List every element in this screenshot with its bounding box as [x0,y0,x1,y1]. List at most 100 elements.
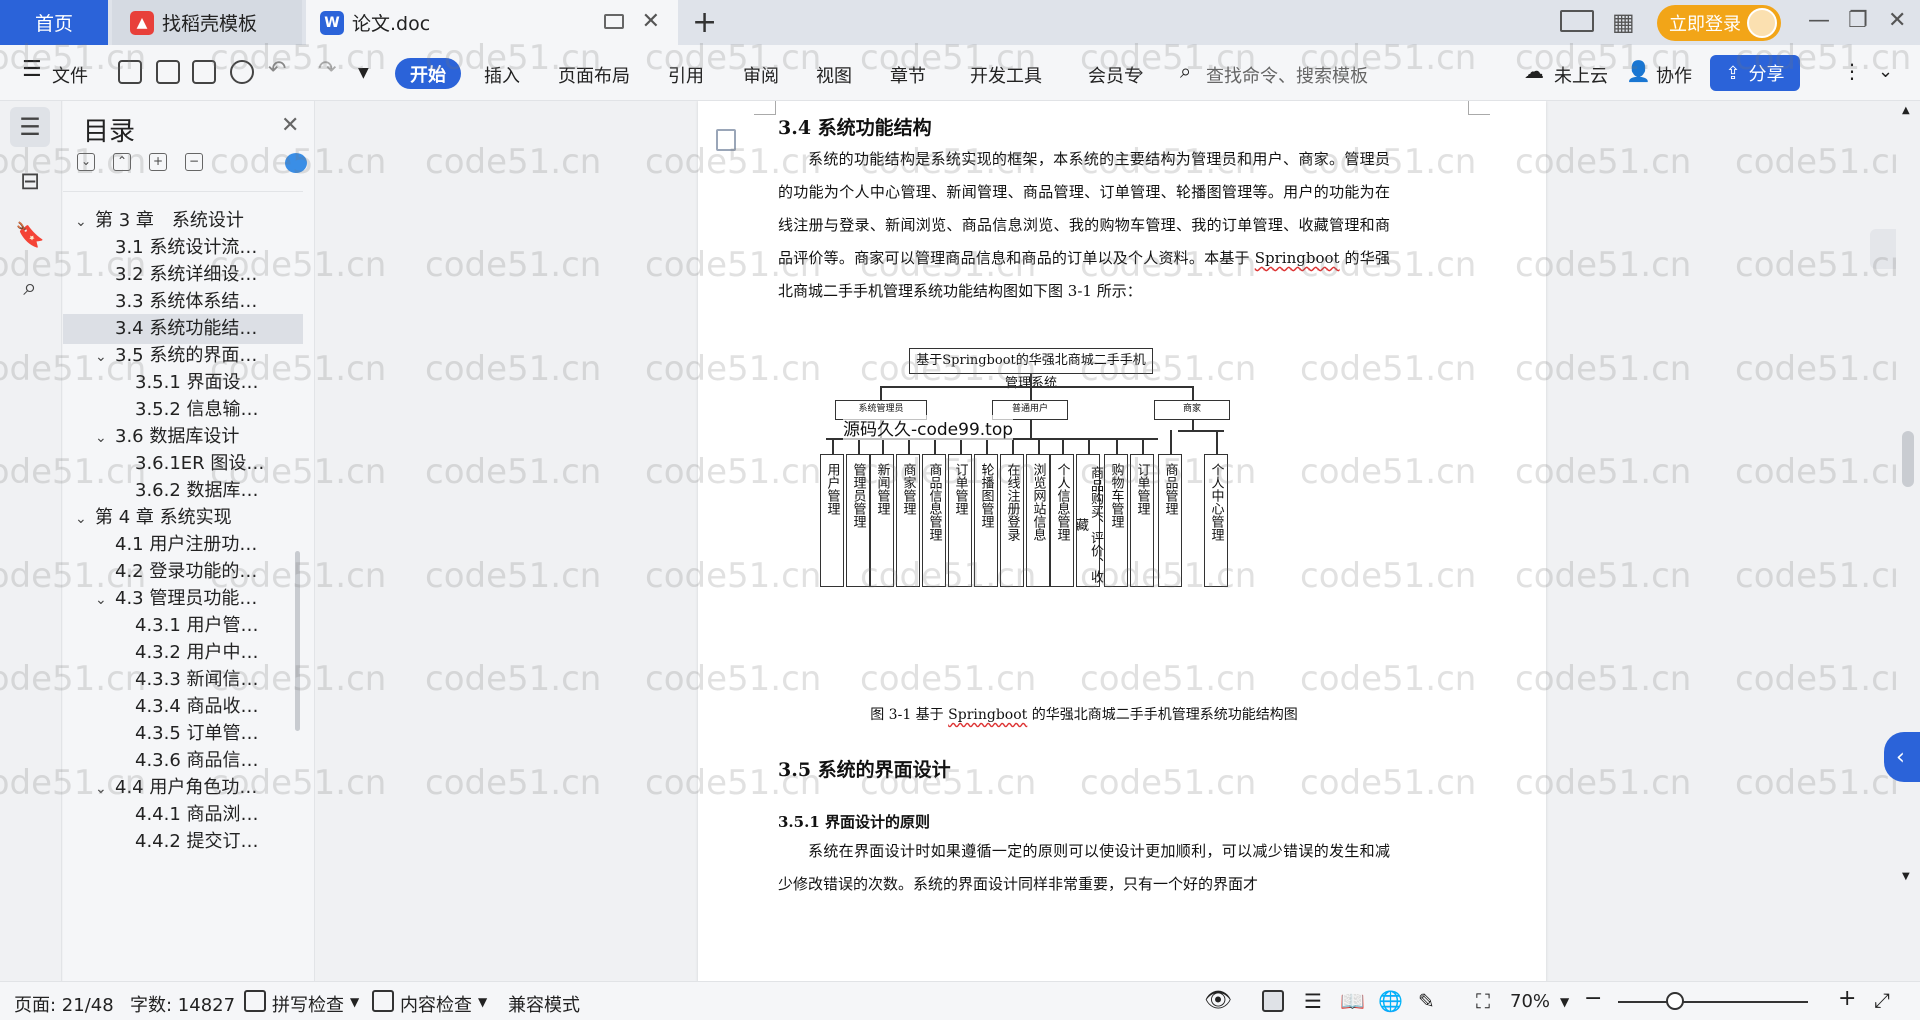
toc-item[interactable]: 4.2 登录功能的… [63,557,303,587]
chevron-down-icon[interactable]: ⌄ [95,342,115,371]
word-count[interactable]: 字数: 14827 [130,991,235,1017]
print-icon[interactable] [192,60,216,84]
save-icon[interactable] [118,60,142,84]
toc-item[interactable]: 4.4.2 提交订… [63,827,303,857]
toc-item[interactable]: 4.3.1 用户管… [63,611,303,641]
navigation-icon[interactable]: ⊟ [10,161,50,201]
add-heading-icon[interactable]: + [149,153,167,171]
command-search-input[interactable]: 查找命令、搜索模板 [1206,62,1368,88]
toc-item[interactable]: 3.1 系统设计流… [63,233,303,263]
page-view-icon[interactable] [1262,990,1284,1012]
eye-protect-icon[interactable]: 👁 [1204,988,1232,1013]
find-icon[interactable]: ⌕ [10,267,50,307]
bookmark-icon[interactable]: 🔖 [10,215,50,255]
expand-icon[interactable]: ⌄ [77,153,95,171]
spellcheck-word[interactable]: Springboot [1255,249,1340,267]
content-check-dropdown-icon[interactable]: ▼ [478,995,487,1009]
tab-review[interactable]: 审阅 [743,62,779,88]
undo-icon[interactable]: ↶ [268,57,286,82]
content-check-button[interactable]: 内容检查 [400,991,472,1017]
tab-member[interactable]: 会员专 [1088,62,1142,88]
restore-icon[interactable]: ❐ [1848,8,1868,33]
scroll-up-icon[interactable]: ▲ [1902,105,1910,116]
toc-item[interactable]: 4.4.1 商品浏… [63,800,303,830]
toc-scrollbar[interactable] [295,551,300,731]
more-icon[interactable]: ⋮ [1842,59,1862,83]
toc-item[interactable]: ⌄ 4.4 用户角色功… [63,773,303,803]
new-tab-button[interactable]: + [692,5,717,40]
tab-reference[interactable]: 引用 [668,62,704,88]
tab-layout[interactable]: 页面布局 [558,62,630,88]
scroll-down-icon[interactable]: ▼ [1902,871,1910,882]
chevron-down-icon[interactable]: ⌄ [75,504,95,533]
toc-item[interactable]: ⌄ 4.3 管理员功能… [63,584,303,614]
toc-item[interactable]: 3.2 系统详细设… [63,260,303,290]
toc-item[interactable]: ⌄ 3.6 数据库设计 [63,422,303,452]
tab-view[interactable]: 视图 [816,62,852,88]
remove-heading-icon[interactable]: − [185,153,203,171]
chevron-down-icon[interactable]: ⌄ [95,423,115,452]
chevron-down-icon[interactable]: ⌄ [95,774,115,803]
layout-icon[interactable] [1560,10,1594,32]
collab-button[interactable]: 协作 [1656,62,1692,88]
toc-item[interactable]: ⌄ 3.5 系统的界面… [63,341,303,371]
spellcheck-word[interactable]: Springboot [948,707,1027,723]
collapse-ribbon-icon[interactable]: ⌄ [1878,61,1893,82]
expand-side-panel-button[interactable]: ‹ [1884,732,1920,782]
tab-devtools[interactable]: 开发工具 [970,62,1042,88]
zoom-out-icon[interactable]: − [1584,986,1602,1011]
close-window-icon[interactable]: ✕ [1888,8,1906,33]
tab-document[interactable]: W 论文.doc ✕ [306,0,678,45]
export-icon[interactable] [156,60,180,84]
read-view-icon[interactable]: 📖 [1340,989,1365,1013]
toc-item[interactable]: 3.3 系统体系结… [63,287,303,317]
toc-item[interactable]: 3.4 系统功能结… [63,314,303,344]
minimize-icon[interactable]: — [1808,8,1830,33]
zoom-dropdown-icon[interactable]: ▼ [1560,995,1569,1009]
paragraph-menu-icon[interactable] [716,129,736,151]
login-button[interactable]: 立即登录 [1657,5,1781,41]
toc-item[interactable]: 4.3.2 用户中… [63,638,303,668]
chevron-down-icon[interactable]: ⌄ [75,207,95,236]
tab-start[interactable]: 开始 [395,58,461,89]
toc-item[interactable]: ⌄ 第 3 章 系统设计 [63,206,303,236]
fit-page-icon[interactable]: ⛶ [1476,989,1490,1013]
toc-item[interactable]: 4.3.6 商品信… [63,746,303,776]
zoom-slider-track[interactable] [1618,1001,1808,1003]
preview-icon[interactable] [230,60,254,84]
tab-insert[interactable]: 插入 [484,62,520,88]
close-panel-icon[interactable]: ✕ [281,113,299,138]
toc-panel-icon[interactable]: ☰ [10,107,50,147]
toc-item[interactable]: 4.3.5 订单管… [63,719,303,749]
cloud-status[interactable]: 未上云 [1554,62,1608,88]
outline-view-icon[interactable]: ☰ [1304,989,1322,1013]
toc-item[interactable]: 3.6.2 数据库… [63,476,303,506]
file-menu[interactable]: 文件 [52,62,88,88]
collapse-icon[interactable]: ⌃ [113,153,131,171]
pen-icon[interactable]: ✎ [1418,989,1435,1013]
close-tab-icon[interactable]: ✕ [642,9,660,34]
page-indicator[interactable]: 页面: 21/48 [14,991,114,1017]
spellcheck-button[interactable]: 拼写检查 [272,991,344,1017]
zoom-slider-handle[interactable] [1666,992,1684,1010]
ai-assistant-icon[interactable] [285,153,307,173]
zoom-level[interactable]: 70% [1510,991,1550,1012]
share-button[interactable]: ⇪ 分享 [1710,55,1800,91]
toc-item[interactable]: 4.3.4 商品收… [63,692,303,722]
more-dropdown-icon[interactable]: ▼ [358,65,369,81]
chevron-right-icon[interactable]: › [1138,65,1144,81]
spellcheck-dropdown-icon[interactable]: ▼ [350,995,359,1009]
grid-apps-icon[interactable]: ▦ [1612,8,1635,36]
toc-item[interactable]: 4.1 用户注册功… [63,530,303,560]
vertical-scrollbar[interactable]: ▲ ▼ [1896,101,1920,981]
toc-item[interactable]: 3.6.1ER 图设… [63,449,303,479]
tab-chapter[interactable]: 章节 [890,62,926,88]
toc-item[interactable]: 4.3.3 新闻信… [63,665,303,695]
toc-item[interactable]: 3.5.1 界面设… [63,368,303,398]
toc-item[interactable]: ⌄ 第 4 章 系统实现 [63,503,303,533]
web-view-icon[interactable]: 🌐 [1378,989,1403,1013]
monitor-icon[interactable] [604,14,624,29]
fullscreen-icon[interactable]: ⤢ [1874,988,1890,1012]
tab-home[interactable]: 首页 [0,0,108,45]
scroll-thumb[interactable] [1902,431,1914,487]
